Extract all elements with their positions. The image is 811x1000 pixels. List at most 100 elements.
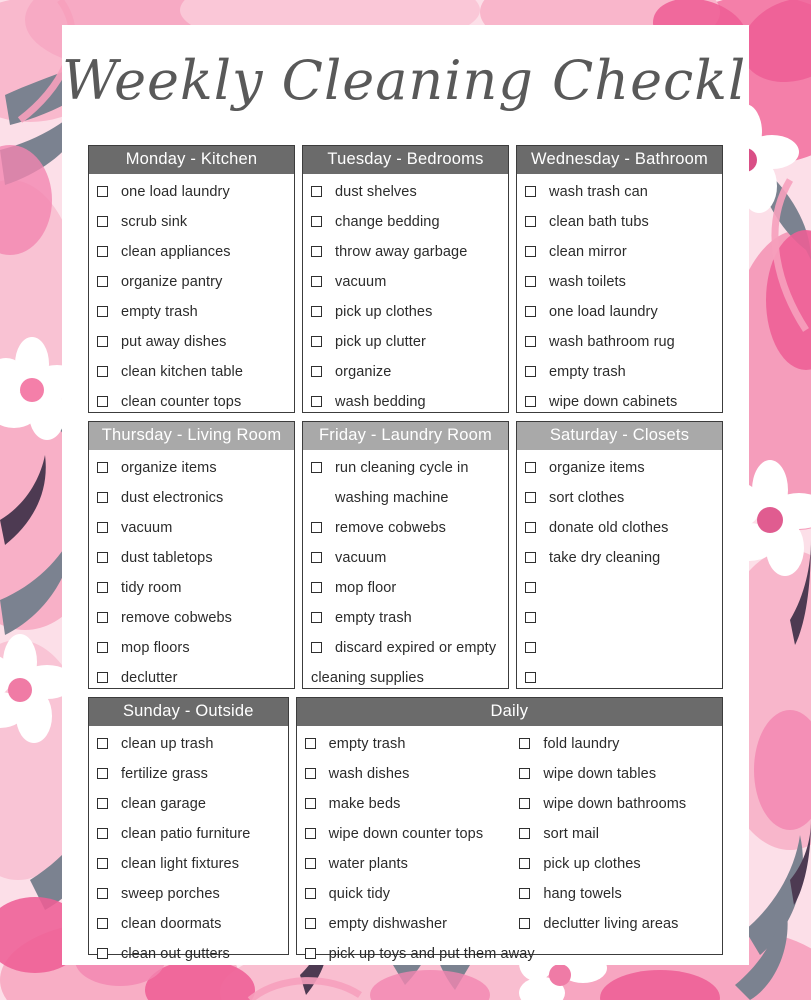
list-item-blank[interactable]	[517, 637, 722, 667]
checkbox-icon[interactable]	[304, 738, 316, 749]
checkbox-icon[interactable]	[97, 522, 108, 533]
checkbox-icon[interactable]	[311, 216, 322, 227]
list-item[interactable]: empty trash	[297, 733, 510, 763]
list-item[interactable]: one load laundry	[89, 181, 294, 211]
list-item[interactable]: wash bedding	[303, 391, 508, 421]
list-item[interactable]: clean counter tops	[89, 391, 294, 421]
checkbox-icon[interactable]	[304, 798, 316, 809]
list-item[interactable]: wipe down bathrooms	[509, 793, 722, 823]
checkbox-icon[interactable]	[519, 858, 531, 869]
checkbox-icon[interactable]	[304, 858, 316, 869]
list-item-blank[interactable]	[517, 607, 722, 637]
list-item[interactable]: clean bath tubs	[517, 211, 722, 241]
list-item[interactable]: wash dishes	[297, 763, 510, 793]
checkbox-icon[interactable]	[519, 768, 531, 779]
list-item[interactable]: organize	[303, 361, 508, 391]
checkbox-icon[interactable]	[519, 798, 531, 809]
list-item[interactable]: dust shelves	[303, 181, 508, 211]
list-item[interactable]: wipe down tables	[509, 763, 722, 793]
checkbox-icon[interactable]	[525, 552, 536, 563]
checkbox-icon[interactable]	[525, 276, 536, 287]
checkbox-icon[interactable]	[97, 858, 108, 869]
list-item[interactable]: empty trash	[517, 361, 722, 391]
checkbox-icon[interactable]	[525, 306, 536, 317]
list-item[interactable]: change bedding	[303, 211, 508, 241]
list-item[interactable]: clean garage	[89, 793, 288, 823]
checkbox-icon[interactable]	[311, 306, 322, 317]
list-item[interactable]: wipe down cabinets	[517, 391, 722, 421]
list-item[interactable]: clean up trash	[89, 733, 288, 763]
list-item[interactable]: organize items	[89, 457, 294, 487]
checkbox-icon[interactable]	[97, 396, 108, 407]
checkbox-icon[interactable]	[525, 336, 536, 347]
checkbox-icon[interactable]	[97, 366, 108, 377]
checkbox-icon[interactable]	[311, 396, 322, 407]
checkbox-icon[interactable]	[525, 612, 536, 623]
list-item[interactable]: clean light fixtures	[89, 853, 288, 883]
checkbox-icon[interactable]	[97, 582, 108, 593]
checkbox-icon[interactable]	[311, 366, 322, 377]
checkbox-icon[interactable]	[97, 186, 108, 197]
checkbox-icon[interactable]	[304, 948, 316, 959]
checkbox-icon[interactable]	[311, 582, 322, 593]
list-item[interactable]: clean doormats	[89, 913, 288, 943]
checkbox-icon[interactable]	[311, 552, 322, 563]
list-item[interactable]: remove cobwebs	[303, 517, 508, 547]
list-item[interactable]: declutter	[89, 667, 294, 697]
list-item[interactable]: fold laundry	[509, 733, 722, 763]
list-item[interactable]: sort mail	[509, 823, 722, 853]
checkbox-icon[interactable]	[311, 276, 322, 287]
checkbox-icon[interactable]	[525, 522, 536, 533]
list-item[interactable]: fertilize grass	[89, 763, 288, 793]
checkbox-icon[interactable]	[311, 186, 322, 197]
checkbox-icon[interactable]	[97, 492, 108, 503]
list-item[interactable]: pick up clothes	[303, 301, 508, 331]
checkbox-icon[interactable]	[97, 336, 108, 347]
list-item[interactable]: mop floors	[89, 637, 294, 667]
checkbox-icon[interactable]	[97, 798, 108, 809]
checkbox-icon[interactable]	[519, 828, 531, 839]
checkbox-icon[interactable]	[311, 642, 322, 653]
checkbox-icon[interactable]	[519, 918, 531, 929]
list-item[interactable]: throw away garbage	[303, 241, 508, 271]
list-item[interactable]: vacuum	[89, 517, 294, 547]
checkbox-icon[interactable]	[525, 246, 536, 257]
checkbox-icon[interactable]	[525, 396, 536, 407]
list-item[interactable]: dust tabletops	[89, 547, 294, 577]
checkbox-icon[interactable]	[519, 738, 531, 749]
list-item[interactable]: water plants	[297, 853, 510, 883]
list-item[interactable]: hang towels	[509, 883, 722, 913]
list-item[interactable]: donate old clothes	[517, 517, 722, 547]
checkbox-icon[interactable]	[525, 186, 536, 197]
list-item[interactable]: clean patio furniture	[89, 823, 288, 853]
checkbox-icon[interactable]	[97, 672, 108, 683]
list-item[interactable]: empty trash	[89, 301, 294, 331]
list-item[interactable]: pick up clothes	[509, 853, 722, 883]
list-item[interactable]: make beds	[297, 793, 510, 823]
checkbox-icon[interactable]	[97, 612, 108, 623]
checkbox-icon[interactable]	[525, 462, 536, 473]
list-item[interactable]: wash trash can	[517, 181, 722, 211]
checkbox-icon[interactable]	[97, 828, 108, 839]
checkbox-icon[interactable]	[304, 918, 316, 929]
checkbox-icon[interactable]	[97, 642, 108, 653]
checkbox-icon[interactable]	[525, 216, 536, 227]
list-item-blank[interactable]	[517, 577, 722, 607]
checkbox-icon[interactable]	[97, 918, 108, 929]
list-item[interactable]: sort clothes	[517, 487, 722, 517]
list-item[interactable]: run cleaning cycle in	[303, 457, 508, 487]
checkbox-icon[interactable]	[525, 582, 536, 593]
list-item[interactable]: clean appliances	[89, 241, 294, 271]
checkbox-icon[interactable]	[311, 522, 322, 533]
list-item[interactable]: empty dishwasher	[297, 913, 510, 943]
checkbox-icon[interactable]	[97, 246, 108, 257]
list-item[interactable]: remove cobwebs	[89, 607, 294, 637]
checkbox-icon[interactable]	[97, 948, 108, 959]
checkbox-icon[interactable]	[97, 306, 108, 317]
checkbox-icon[interactable]	[97, 276, 108, 287]
list-item[interactable]: tidy room	[89, 577, 294, 607]
list-item[interactable]: put away dishes	[89, 331, 294, 361]
checkbox-icon[interactable]	[304, 768, 316, 779]
list-item[interactable]: clean mirror	[517, 241, 722, 271]
checkbox-icon[interactable]	[304, 828, 316, 839]
